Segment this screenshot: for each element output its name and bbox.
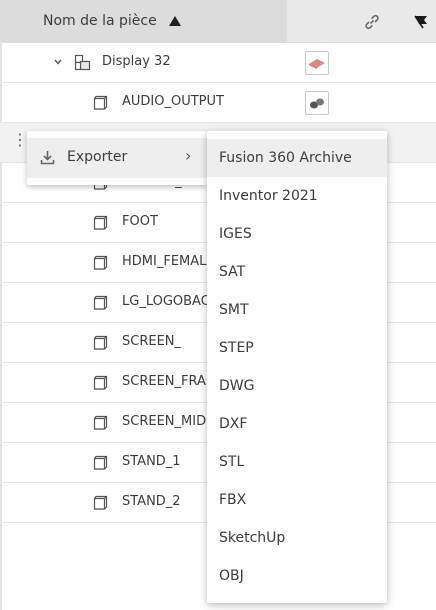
menu-item-export[interactable]: Exporter ›: [27, 138, 207, 178]
part-icon: [93, 375, 108, 390]
link-icon[interactable]: [363, 13, 381, 31]
export-option[interactable]: Inventor 2021: [207, 177, 387, 215]
name-column-label: Nom de la pièce: [43, 13, 157, 29]
more-options-icon[interactable]: ⋮: [12, 132, 28, 148]
display-thumbnail-icon: [309, 59, 325, 69]
part-icon: [93, 455, 108, 470]
audio-thumbnail-icon: [310, 98, 324, 109]
part-icon: [93, 495, 108, 510]
export-option[interactable]: IGES: [207, 215, 387, 253]
part-icon: [93, 415, 108, 430]
assembly-icon: [74, 54, 91, 71]
submenu-arrow-icon: ›: [185, 146, 192, 165]
name-column-header[interactable]: Nom de la pièce: [0, 0, 287, 42]
tree-row-label: Display 32: [102, 54, 171, 69]
part-icon: [93, 215, 108, 230]
part-icon: [93, 335, 108, 350]
export-option[interactable]: STEP: [207, 329, 387, 367]
export-option[interactable]: STL: [207, 443, 387, 481]
tree-row-label: HDMI_FEMALE: [122, 254, 215, 269]
tree-row[interactable]: AUDIO_OUTPUT: [0, 83, 436, 123]
tree-row-label: SCREEN_: [122, 334, 182, 349]
table-header: Nom de la pièce: [0, 0, 436, 43]
export-option[interactable]: DWG: [207, 367, 387, 405]
tree-row-parent[interactable]: Display 32: [0, 43, 436, 83]
tree-row-label: AUDIO_OUTPUT: [122, 94, 224, 109]
tree-row-label: STAND_1: [122, 454, 181, 469]
export-option[interactable]: SMT: [207, 291, 387, 329]
part-icon: [93, 255, 108, 270]
thumbnail-audio-output[interactable]: [305, 91, 329, 115]
export-option[interactable]: SketchUp: [207, 519, 387, 557]
part-icon: [93, 295, 108, 310]
export-format-submenu: Fusion 360 Archive Inventor 2021 IGES SA…: [207, 131, 387, 603]
menu-item-label: Exporter: [67, 149, 128, 165]
flag-icon[interactable]: [412, 13, 430, 31]
context-menu: Exporter ›: [27, 131, 207, 185]
thumbnail-display[interactable]: [305, 51, 329, 75]
export-option[interactable]: Fusion 360 Archive: [207, 139, 387, 177]
tree-row-label: FOOT: [122, 214, 158, 229]
tree-row-label: STAND_2: [122, 494, 181, 509]
chevron-down-icon[interactable]: [54, 58, 62, 66]
tree-row-label: LG_LOGOBACK: [122, 294, 219, 309]
export-option[interactable]: DXF: [207, 405, 387, 443]
sort-ascending-icon[interactable]: [168, 16, 181, 26]
part-icon: [93, 95, 108, 110]
export-option[interactable]: SAT: [207, 253, 387, 291]
download-icon: [40, 151, 55, 165]
export-option[interactable]: OBJ: [207, 557, 387, 595]
export-option[interactable]: FBX: [207, 481, 387, 519]
